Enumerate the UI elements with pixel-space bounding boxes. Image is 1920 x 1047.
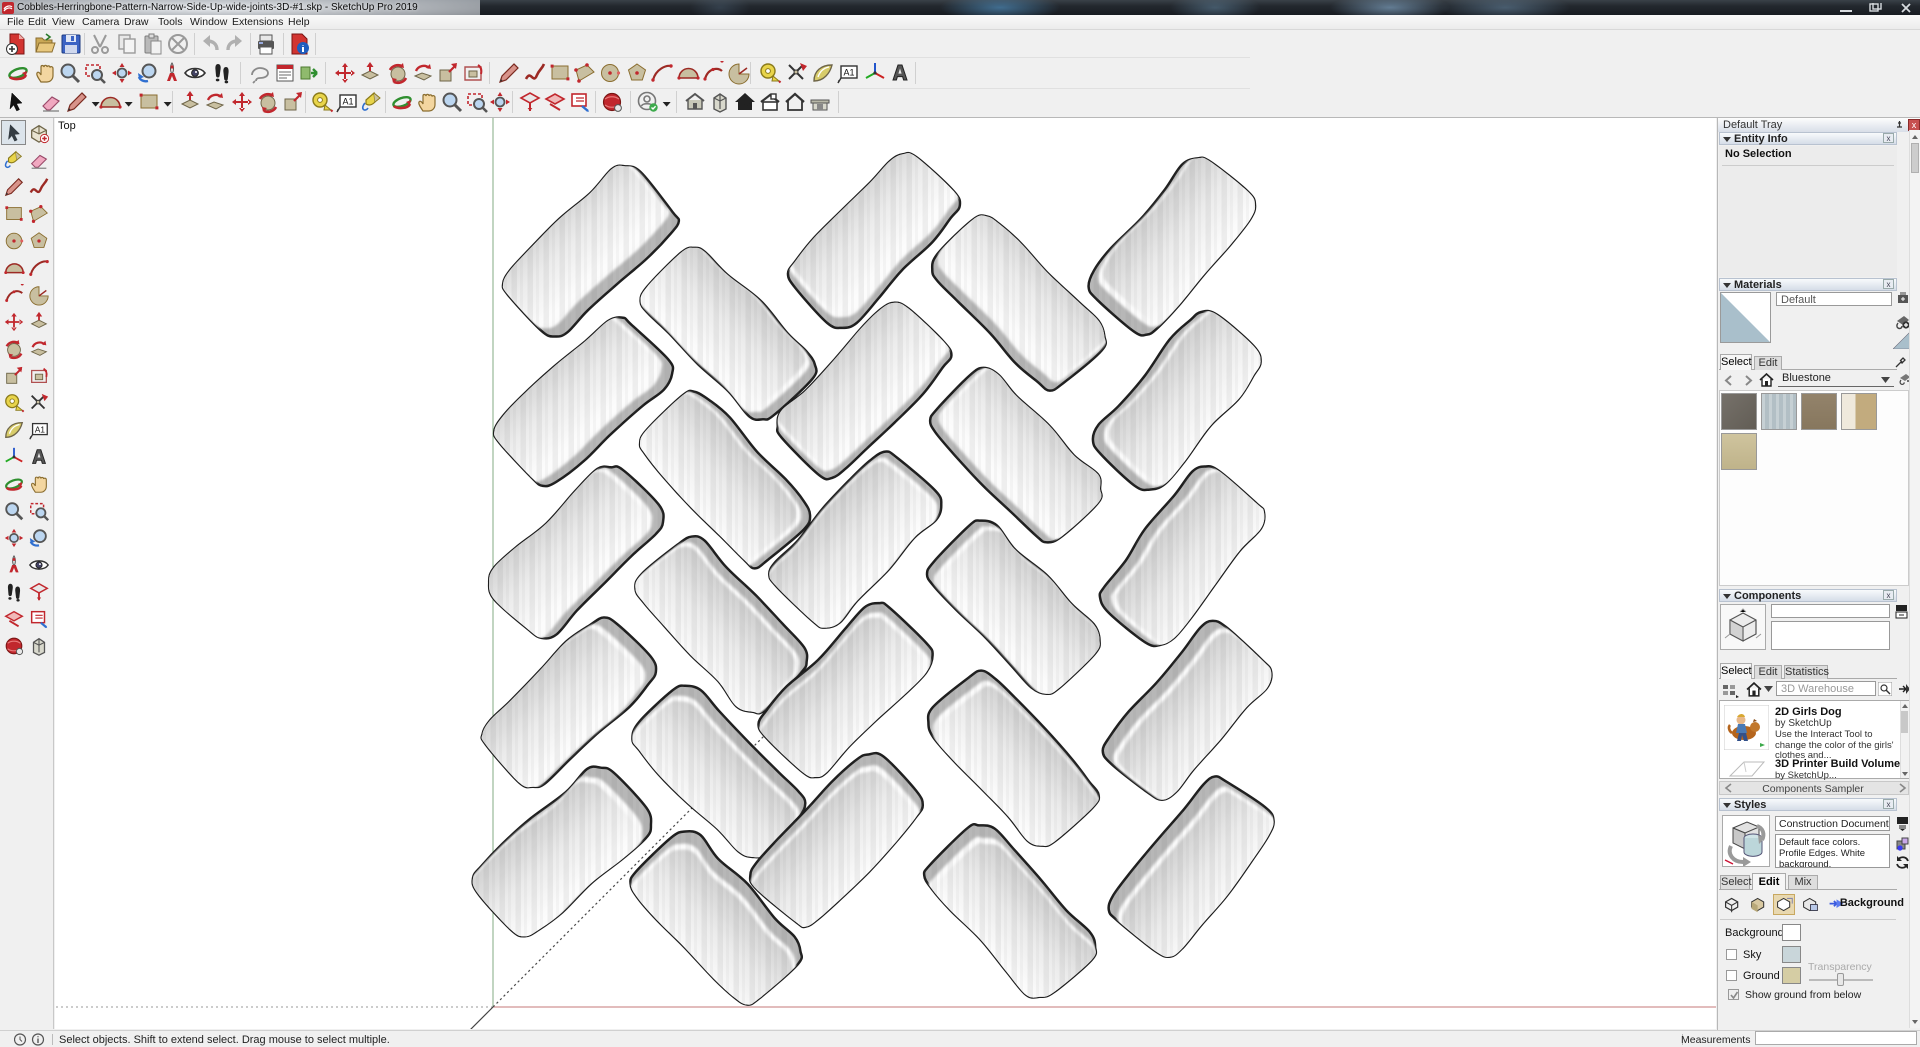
svg-text:A1: A1 [843,68,854,78]
svg-text:A1: A1 [35,425,46,434]
svg-text:A1: A1 [342,97,353,107]
